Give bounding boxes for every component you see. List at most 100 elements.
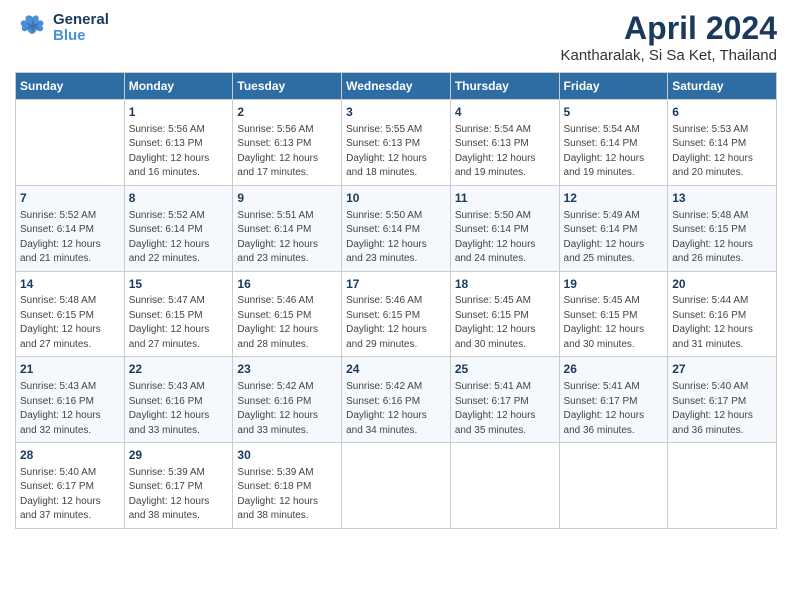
day-info: Sunrise: 5:39 AM Sunset: 6:18 PM Dayligh… xyxy=(237,466,337,524)
day-info: Sunrise: 5:44 AM Sunset: 6:16 PM Dayligh… xyxy=(672,294,772,352)
day-info: Sunrise: 5:55 AM Sunset: 6:13 PM Dayligh… xyxy=(346,123,446,181)
logo-blue: Blue xyxy=(53,28,109,45)
day-info: Sunrise: 5:45 AM Sunset: 6:15 PM Dayligh… xyxy=(455,294,555,352)
calendar-cell: 28Sunrise: 5:40 AM Sunset: 6:17 PM Dayli… xyxy=(16,443,125,529)
day-info: Sunrise: 5:50 AM Sunset: 6:14 PM Dayligh… xyxy=(346,209,446,267)
col-friday: Friday xyxy=(559,73,668,100)
calendar-cell: 5 Sunrise: 5:54 AM Sunset: 6:14 PM Daylig… xyxy=(559,100,668,186)
day-info: Sunrise: 5:42 AM Sunset: 6:16 PM Dayligh… xyxy=(237,380,337,438)
day-number: 27 xyxy=(672,361,772,378)
day-info: Sunrise: 5:46 AM Sunset: 6:15 PM Dayligh… xyxy=(346,294,446,352)
calendar-cell: 30 Sunrise: 5:39 AM Sunset: 6:18 PM Dayli… xyxy=(233,443,342,529)
col-thursday: Thursday xyxy=(450,73,559,100)
day-info: Sunrise: 5:56 AM Sunset: 6:13 PM Dayligh… xyxy=(237,123,337,181)
day-info: Sunrise: 5:41 AM Sunset: 6:17 PM Dayligh… xyxy=(564,380,664,438)
calendar-week-1: 1 Sunrise: 5:56 AM Sunset: 6:13 PM Daylig… xyxy=(16,100,777,186)
calendar-week-4: 21 Sunrise: 5:43 AM Sunset: 6:16 PM Dayli… xyxy=(16,357,777,443)
logo-icon xyxy=(15,10,51,46)
day-number: 4 xyxy=(455,104,555,121)
day-number: 14 xyxy=(20,276,120,293)
calendar-cell: 17Sunrise: 5:46 AM Sunset: 6:15 PM Dayli… xyxy=(342,271,451,357)
day-number: 13 xyxy=(672,190,772,207)
day-number: 21 xyxy=(20,361,120,378)
col-tuesday: Tuesday xyxy=(233,73,342,100)
calendar-cell: 3 Sunrise: 5:55 AM Sunset: 6:13 PM Daylig… xyxy=(342,100,451,186)
day-info: Sunrise: 5:48 AM Sunset: 6:15 PM Dayligh… xyxy=(20,294,120,352)
day-number: 28 xyxy=(20,447,120,464)
calendar-cell: 24 Sunrise: 5:42 AM Sunset: 6:16 PM Dayli… xyxy=(342,357,451,443)
calendar-cell: 18Sunrise: 5:45 AM Sunset: 6:15 PM Dayli… xyxy=(450,271,559,357)
calendar-cell: 27 Sunrise: 5:40 AM Sunset: 6:17 PM Dayli… xyxy=(668,357,777,443)
calendar-cell: 26 Sunrise: 5:41 AM Sunset: 6:17 PM Dayli… xyxy=(559,357,668,443)
day-number: 19 xyxy=(564,276,664,293)
calendar-cell: 20Sunrise: 5:44 AM Sunset: 6:16 PM Dayli… xyxy=(668,271,777,357)
title-block: April 2024 Kantharalak, Si Sa Ket, Thail… xyxy=(560,10,777,64)
calendar-cell: 4Sunrise: 5:54 AM Sunset: 6:13 PM Daylig… xyxy=(450,100,559,186)
calendar-cell: 12 Sunrise: 5:49 AM Sunset: 6:14 PM Dayli… xyxy=(559,185,668,271)
calendar-cell xyxy=(668,443,777,529)
day-info: Sunrise: 5:40 AM Sunset: 6:17 PM Dayligh… xyxy=(672,380,772,438)
calendar-cell: 11 Sunrise: 5:50 AM Sunset: 6:14 PM Dayli… xyxy=(450,185,559,271)
day-number: 12 xyxy=(564,190,664,207)
calendar-cell: 21Sunrise: 5:43 AM Sunset: 6:16 PM Dayli… xyxy=(16,357,125,443)
day-number: 22 xyxy=(129,361,229,378)
calendar-cell xyxy=(342,443,451,529)
day-info: Sunrise: 5:49 AM Sunset: 6:14 PM Dayligh… xyxy=(564,209,664,267)
day-number: 5 xyxy=(564,104,664,121)
day-number: 8 xyxy=(129,190,229,207)
day-number: 23 xyxy=(237,361,337,378)
calendar-cell xyxy=(450,443,559,529)
day-number: 11 xyxy=(455,190,555,207)
col-sunday: Sunday xyxy=(16,73,125,100)
logo: General Blue xyxy=(15,10,109,46)
day-info: Sunrise: 5:54 AM Sunset: 6:14 PM Dayligh… xyxy=(564,123,664,181)
calendar-cell xyxy=(559,443,668,529)
day-number: 2 xyxy=(237,104,337,121)
day-number: 9 xyxy=(237,190,337,207)
subtitle: Kantharalak, Si Sa Ket, Thailand xyxy=(560,47,777,64)
day-info: Sunrise: 5:42 AM Sunset: 6:16 PM Dayligh… xyxy=(346,380,446,438)
logo-text: General Blue xyxy=(53,12,109,45)
col-saturday: Saturday xyxy=(668,73,777,100)
day-info: Sunrise: 5:56 AM Sunset: 6:13 PM Dayligh… xyxy=(129,123,229,181)
day-number: 18 xyxy=(455,276,555,293)
calendar-cell: 9 Sunrise: 5:51 AM Sunset: 6:14 PM Daylig… xyxy=(233,185,342,271)
calendar-cell xyxy=(16,100,125,186)
col-wednesday: Wednesday xyxy=(342,73,451,100)
day-info: Sunrise: 5:50 AM Sunset: 6:14 PM Dayligh… xyxy=(455,209,555,267)
day-number: 16 xyxy=(237,276,337,293)
day-number: 6 xyxy=(672,104,772,121)
day-number: 15 xyxy=(129,276,229,293)
day-number: 1 xyxy=(129,104,229,121)
calendar-cell: 2 Sunrise: 5:56 AM Sunset: 6:13 PM Daylig… xyxy=(233,100,342,186)
calendar-cell: 14Sunrise: 5:48 AM Sunset: 6:15 PM Dayli… xyxy=(16,271,125,357)
calendar-table: Sunday Monday Tuesday Wednesday Thursday… xyxy=(15,72,777,529)
day-info: Sunrise: 5:47 AM Sunset: 6:15 PM Dayligh… xyxy=(129,294,229,352)
calendar-cell: 19Sunrise: 5:45 AM Sunset: 6:15 PM Dayli… xyxy=(559,271,668,357)
day-number: 29 xyxy=(129,447,229,464)
day-info: Sunrise: 5:45 AM Sunset: 6:15 PM Dayligh… xyxy=(564,294,664,352)
col-monday: Monday xyxy=(124,73,233,100)
main-title: April 2024 xyxy=(560,10,777,47)
day-info: Sunrise: 5:51 AM Sunset: 6:14 PM Dayligh… xyxy=(237,209,337,267)
day-number: 24 xyxy=(346,361,446,378)
calendar-cell: 16Sunrise: 5:46 AM Sunset: 6:15 PM Dayli… xyxy=(233,271,342,357)
day-info: Sunrise: 5:39 AM Sunset: 6:17 PM Dayligh… xyxy=(129,466,229,524)
day-info: Sunrise: 5:53 AM Sunset: 6:14 PM Dayligh… xyxy=(672,123,772,181)
day-number: 25 xyxy=(455,361,555,378)
header-row: Sunday Monday Tuesday Wednesday Thursday… xyxy=(16,73,777,100)
calendar-cell: 29 Sunrise: 5:39 AM Sunset: 6:17 PM Dayli… xyxy=(124,443,233,529)
calendar-cell: 23 Sunrise: 5:42 AM Sunset: 6:16 PM Dayli… xyxy=(233,357,342,443)
day-info: Sunrise: 5:48 AM Sunset: 6:15 PM Dayligh… xyxy=(672,209,772,267)
calendar-cell: 6 Sunrise: 5:53 AM Sunset: 6:14 PM Daylig… xyxy=(668,100,777,186)
day-number: 26 xyxy=(564,361,664,378)
calendar-week-5: 28Sunrise: 5:40 AM Sunset: 6:17 PM Dayli… xyxy=(16,443,777,529)
day-number: 30 xyxy=(237,447,337,464)
calendar-cell: 22 Sunrise: 5:43 AM Sunset: 6:16 PM Dayli… xyxy=(124,357,233,443)
day-number: 3 xyxy=(346,104,446,121)
calendar-cell: 15Sunrise: 5:47 AM Sunset: 6:15 PM Dayli… xyxy=(124,271,233,357)
calendar-cell: 7Sunrise: 5:52 AM Sunset: 6:14 PM Daylig… xyxy=(16,185,125,271)
day-info: Sunrise: 5:41 AM Sunset: 6:17 PM Dayligh… xyxy=(455,380,555,438)
day-info: Sunrise: 5:43 AM Sunset: 6:16 PM Dayligh… xyxy=(129,380,229,438)
calendar-cell: 13 Sunrise: 5:48 AM Sunset: 6:15 PM Dayli… xyxy=(668,185,777,271)
